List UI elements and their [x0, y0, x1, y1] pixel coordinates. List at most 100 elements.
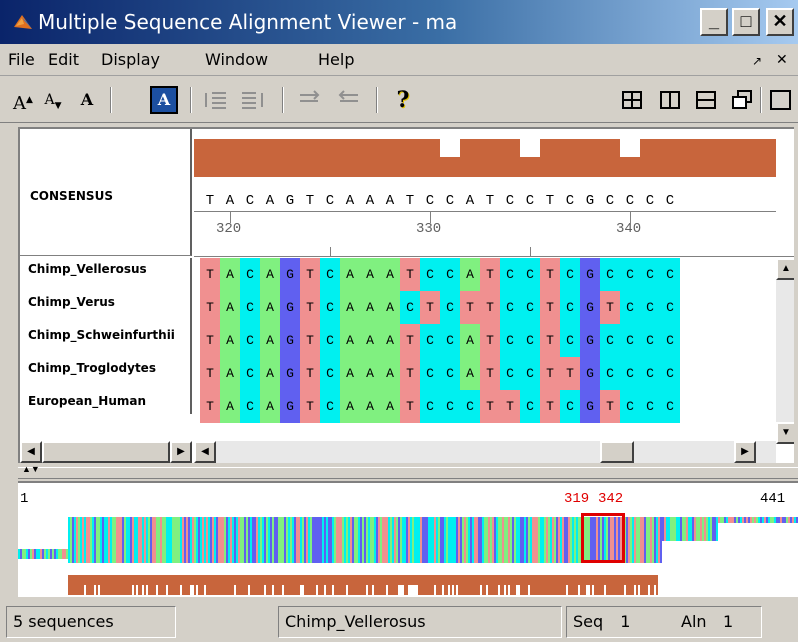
residue-cell[interactable]: A: [380, 324, 400, 357]
menu-edit[interactable]: Edit: [48, 50, 79, 69]
residue-cell[interactable]: C: [600, 258, 620, 291]
residue-cell[interactable]: C: [560, 258, 580, 291]
residue-cell[interactable]: A: [380, 357, 400, 390]
residue-cell[interactable]: C: [320, 291, 340, 324]
residue-cell[interactable]: T: [540, 258, 560, 291]
residue-cell[interactable]: A: [260, 258, 280, 291]
close-icon[interactable]: ✕: [776, 52, 788, 68]
residue-cell[interactable]: C: [500, 258, 520, 291]
residue-cell[interactable]: C: [420, 390, 440, 423]
residue-cell[interactable]: G: [580, 324, 600, 357]
menu-display[interactable]: Display: [101, 50, 160, 69]
shift-right-icon[interactable]: [296, 85, 324, 115]
float-icon[interactable]: [730, 85, 754, 115]
scroll-up-button[interactable]: ▲: [776, 258, 794, 280]
residue-cell[interactable]: A: [340, 258, 360, 291]
scroll-down-button[interactable]: ▼: [776, 422, 794, 444]
residue-cell[interactable]: C: [660, 390, 680, 423]
residue-cell[interactable]: C: [420, 324, 440, 357]
residue-cell[interactable]: A: [220, 258, 240, 291]
residue-cell[interactable]: C: [620, 390, 640, 423]
residue-cell[interactable]: T: [400, 390, 420, 423]
residue-cell[interactable]: A: [460, 357, 480, 390]
residue-cell[interactable]: G: [280, 258, 300, 291]
names-scroll-thumb[interactable]: [42, 441, 170, 463]
highlight-button[interactable]: A: [150, 86, 178, 114]
grid-layout-icon[interactable]: [620, 85, 644, 115]
residue-cell[interactable]: C: [600, 357, 620, 390]
residue-cell[interactable]: T: [200, 324, 220, 357]
residue-cell[interactable]: T: [540, 357, 560, 390]
font-decrease-button[interactable]: A▼: [40, 85, 66, 115]
residue-cell[interactable]: T: [500, 390, 520, 423]
residue-cell[interactable]: T: [200, 291, 220, 324]
sequence-name[interactable]: Chimp_Verus: [28, 295, 188, 309]
residue-cell[interactable]: T: [480, 258, 500, 291]
font-normal-button[interactable]: A: [74, 85, 100, 115]
residue-cell[interactable]: A: [260, 357, 280, 390]
indent-icon[interactable]: [202, 85, 230, 115]
residue-cell[interactable]: G: [280, 357, 300, 390]
residue-cell[interactable]: A: [340, 324, 360, 357]
residue-cell[interactable]: A: [340, 291, 360, 324]
residue-cell[interactable]: C: [660, 324, 680, 357]
residue-cell[interactable]: C: [440, 291, 460, 324]
sequence-name[interactable]: Chimp_Vellerosus: [28, 262, 188, 276]
residue-cell[interactable]: C: [520, 357, 540, 390]
font-increase-button[interactable]: A▲: [10, 85, 36, 115]
residue-cell[interactable]: T: [300, 258, 320, 291]
residue-cell[interactable]: A: [460, 258, 480, 291]
residue-cell[interactable]: A: [260, 324, 280, 357]
residue-cell[interactable]: C: [440, 324, 460, 357]
residue-cell[interactable]: C: [640, 390, 660, 423]
minimize-button[interactable]: _: [700, 8, 728, 36]
residue-cell[interactable]: T: [540, 324, 560, 357]
residue-cell[interactable]: C: [640, 291, 660, 324]
residue-cell[interactable]: C: [660, 291, 680, 324]
close-button[interactable]: ✕: [766, 8, 794, 36]
residue-cell[interactable]: C: [520, 324, 540, 357]
vertical-split-icon[interactable]: [658, 85, 682, 115]
horizontal-split-icon[interactable]: [694, 85, 718, 115]
residue-cell[interactable]: C: [600, 324, 620, 357]
splitter[interactable]: ▲▼: [18, 464, 798, 479]
residue-cell[interactable]: T: [540, 390, 560, 423]
residue-cell[interactable]: C: [440, 390, 460, 423]
sequence-name[interactable]: Chimp_Troglodytes: [28, 361, 188, 375]
residue-cell[interactable]: C: [320, 357, 340, 390]
names-scroll-left-button[interactable]: ◀: [20, 441, 42, 463]
menu-help[interactable]: Help: [318, 50, 354, 69]
residue-cell[interactable]: T: [400, 357, 420, 390]
residue-cell[interactable]: A: [360, 324, 380, 357]
residue-cell[interactable]: C: [240, 390, 260, 423]
residue-cell[interactable]: T: [480, 390, 500, 423]
residue-cell[interactable]: A: [260, 390, 280, 423]
residue-cell[interactable]: G: [580, 390, 600, 423]
scroll-left-button[interactable]: ◀: [194, 441, 216, 463]
residue-cell[interactable]: A: [360, 258, 380, 291]
residue-cell[interactable]: C: [640, 324, 660, 357]
residue-cell[interactable]: C: [320, 324, 340, 357]
residue-cell[interactable]: T: [560, 357, 580, 390]
residue-cell[interactable]: T: [600, 390, 620, 423]
restore-icon[interactable]: ↗: [752, 54, 762, 68]
residue-cell[interactable]: A: [220, 291, 240, 324]
residue-cell[interactable]: T: [420, 291, 440, 324]
residue-cell[interactable]: A: [360, 291, 380, 324]
residue-cell[interactable]: C: [240, 324, 260, 357]
residue-cell[interactable]: G: [280, 324, 300, 357]
menu-file[interactable]: File: [8, 50, 35, 69]
residue-cell[interactable]: G: [280, 390, 300, 423]
scroll-right-button[interactable]: ▶: [734, 441, 756, 463]
residue-cell[interactable]: T: [480, 291, 500, 324]
residue-cell[interactable]: C: [500, 357, 520, 390]
residue-cell[interactable]: A: [360, 357, 380, 390]
residue-cell[interactable]: C: [320, 390, 340, 423]
residue-cell[interactable]: A: [380, 390, 400, 423]
residue-cell[interactable]: A: [340, 357, 360, 390]
residue-cell[interactable]: C: [620, 324, 640, 357]
residue-cell[interactable]: T: [600, 291, 620, 324]
maximize-panel-icon[interactable]: [768, 85, 794, 115]
residue-cell[interactable]: C: [520, 291, 540, 324]
residue-cell[interactable]: C: [240, 258, 260, 291]
